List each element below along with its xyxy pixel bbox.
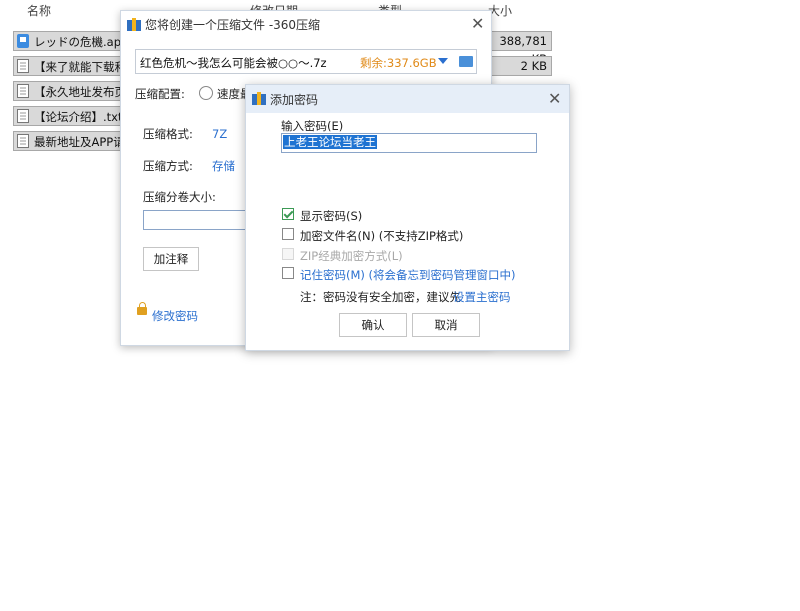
password-input[interactable]: 上老王论坛当老王: [281, 133, 537, 153]
file-name: レッドの危機.apk: [34, 35, 128, 49]
zip-classic-checkbox: [282, 248, 294, 260]
password-text: 上老王论坛当老王: [283, 135, 377, 149]
dialog-title: 添加密码: [270, 93, 319, 107]
show-password-checkbox[interactable]: [282, 208, 294, 220]
remember-password-checkbox[interactable]: [282, 267, 294, 279]
password-input-label: 输入密码(E): [281, 119, 344, 133]
encrypt-filenames-checkbox[interactable]: [282, 228, 294, 240]
method-value[interactable]: 存储: [212, 158, 235, 174]
archive-app-icon: [127, 18, 141, 31]
dropdown-arrow-icon[interactable]: [438, 58, 448, 64]
security-note: 注：密码没有安全加密，建议先: [300, 290, 461, 304]
split-size-label: 压缩分卷大小:: [143, 190, 216, 204]
file-size: 2 KB: [484, 56, 552, 76]
lock-icon: [137, 307, 147, 315]
apk-file-icon: [17, 34, 29, 48]
file-row[interactable]: 【论坛介绍】.txt: [13, 106, 133, 126]
confirm-button[interactable]: 确认: [339, 313, 407, 337]
file-name: 【论坛介绍】.txt: [34, 110, 123, 124]
set-master-password-link[interactable]: 设置主密码: [453, 289, 511, 305]
change-password-link[interactable]: 修改密码: [152, 308, 198, 324]
dialog-title: 您将创建一个压缩文件 -360压缩: [145, 18, 321, 32]
close-icon[interactable]: ✕: [471, 16, 484, 32]
text-file-icon: [17, 134, 29, 148]
file-row[interactable]: 【来了就能下载和: [13, 56, 133, 76]
archive-path-field[interactable]: 红色危机～我怎么可能会被○○～.7z 剩余:337.6GB: [135, 49, 477, 74]
split-size-input[interactable]: [143, 210, 255, 230]
show-password-label: 显示密码(S): [300, 209, 363, 223]
format-value[interactable]: 7Z: [212, 127, 227, 141]
file-size: 388,781 KB: [484, 31, 552, 66]
config-label: 压缩配置:: [135, 87, 185, 101]
file-row[interactable]: 最新地址及APP请: [13, 131, 133, 151]
text-file-icon: [17, 59, 29, 73]
file-row[interactable]: レッドの危機.apk: [13, 31, 133, 51]
folder-icon[interactable]: [459, 56, 473, 67]
method-label: 压缩方式:: [143, 159, 193, 173]
add-comment-button[interactable]: 加注释: [143, 247, 199, 271]
format-label: 压缩格式:: [143, 127, 193, 141]
zip-classic-label: ZIP经典加密方式(L): [300, 249, 403, 263]
cancel-button[interactable]: 取消: [412, 313, 480, 337]
encrypt-filenames-label: 加密文件名(N) (不支持ZIP格式): [300, 229, 464, 243]
sort-up-icon: ^: [128, 0, 137, 7]
file-name: 【来了就能下载和: [34, 60, 126, 74]
file-name: 【永久地址发布页: [34, 85, 126, 99]
free-space-label: 剩余:337.6GB: [360, 56, 437, 70]
add-password-dialog: 添加密码 ✕ 输入密码(E) 上老王论坛当老王 显示密码(S) 加密文件名(N)…: [245, 84, 570, 351]
text-file-icon: [17, 84, 29, 98]
archive-path-text: 红色危机～我怎么可能会被○○～.7z: [140, 56, 327, 70]
archive-app-icon: [252, 92, 266, 105]
close-icon[interactable]: ✕: [548, 91, 561, 107]
file-name: 最新地址及APP请: [34, 135, 125, 149]
remember-password-label: 记住密码(M) (将会备忘到密码管理窗口中): [300, 268, 516, 282]
speed-radio[interactable]: [199, 86, 213, 100]
file-row[interactable]: 【永久地址发布页: [13, 81, 133, 101]
text-file-icon: [17, 109, 29, 123]
column-header-name[interactable]: 名称: [27, 0, 51, 22]
